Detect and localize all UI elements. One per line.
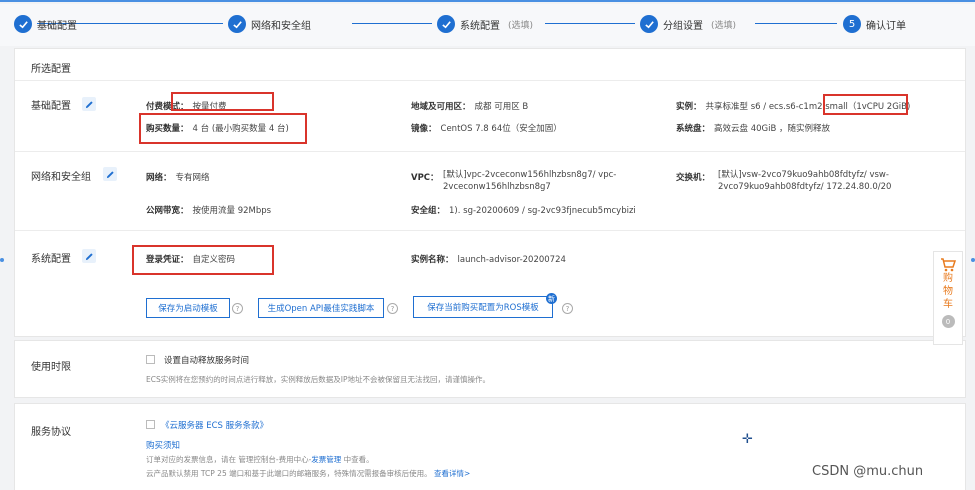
highlight-box [139, 113, 307, 144]
edge-handle-left [0, 258, 4, 262]
step-connector [755, 23, 837, 24]
instance-name: 实例名称： launch-advisor-20200724 [411, 255, 566, 265]
invoice-note: 订单对应的发票信息，请在 管理控制台-费用中心-发票管理 中查看。 [146, 455, 374, 464]
edit-system-button[interactable] [82, 249, 96, 263]
edit-icon [85, 252, 93, 260]
step-label: 系统配置 [460, 20, 500, 32]
vswitch-label: 交换机： [676, 173, 711, 183]
cart-icon [941, 258, 956, 272]
vpc-label: VPC： [411, 173, 439, 183]
check-icon [640, 15, 658, 33]
agree-terms-checkbox[interactable] [146, 420, 155, 429]
edit-basic-button[interactable] [82, 97, 96, 111]
step-connector [352, 23, 432, 24]
usage-title: 使用时限 [31, 362, 71, 373]
help-icon[interactable]: ? [562, 303, 573, 314]
edit-icon [85, 100, 93, 108]
selected-config-card: 所选配置 基础配置 付费模式： 按量付费 地域及可用区： 成都 可用区 B 实例：共… [14, 48, 966, 337]
step-connector [545, 23, 635, 24]
step-basic-config[interactable]: 基础配置 [14, 14, 77, 34]
highlight-box [171, 92, 274, 111]
agreement-title: 服务协议 [31, 427, 71, 438]
new-badge-icon: 新 [546, 293, 557, 304]
system-disk: 系统盘： 高效云盘 40GiB ，随实例释放 [676, 124, 831, 134]
release-note: ECS实例将在您预约的时间点进行释放，实例释放后数据及IP地址不会被保留且无法找… [146, 375, 490, 384]
step-confirm-order[interactable]: 5 确认订单 [843, 14, 906, 34]
security-group: 安全组： 1). sg-20200609 / sg-2vc93fjnecub5mc… [411, 206, 636, 216]
cart-count-badge: 0 [941, 315, 955, 328]
terms-link[interactable]: 《云服务器 ECS 服务条款》 [161, 419, 268, 431]
step-system-config[interactable]: 系统配置 (选填) [437, 14, 533, 34]
edit-network-button[interactable] [103, 167, 117, 181]
check-icon [228, 15, 246, 33]
basic-config-title: 基础配置 [31, 101, 71, 112]
image: 镜像： CentOS 7.8 64位（安全加固） [411, 124, 562, 134]
usage-time-card: 使用时限 设置自动释放服务时间 ECS实例将在您预约的时间点进行释放，实例释放后… [14, 340, 966, 398]
crosshair-cursor-icon: ✛ [742, 432, 753, 447]
system-config-title: 系统配置 [31, 254, 71, 265]
invoice-management-link[interactable]: 发票管理 [311, 455, 341, 464]
help-icon[interactable]: ? [232, 303, 243, 314]
step-group-settings[interactable]: 分组设置 (选填) [640, 14, 736, 34]
divider [15, 80, 965, 81]
help-icon[interactable]: ? [387, 303, 398, 314]
top-accent-line [0, 0, 975, 2]
watermark: CSDN @mu.chun [812, 464, 924, 479]
step-label: 确认订单 [866, 20, 906, 32]
edge-handle-right [971, 258, 975, 262]
step-label: 分组设置 [663, 20, 703, 32]
view-details-link[interactable]: 查看详情> [434, 469, 470, 478]
edit-icon [106, 170, 114, 178]
cart-label-char: 物 [943, 286, 953, 297]
save-launch-template-button[interactable]: 保存为启动模板 [146, 298, 230, 318]
auto-release-label: 设置自动释放服务时间 [164, 356, 250, 366]
step-optional-note: (选填) [711, 20, 737, 31]
step-number: 5 [843, 15, 861, 33]
public-bandwidth: 公网带宽： 按使用流量 92Mbps [146, 206, 272, 216]
cart-label-char: 购 [943, 273, 953, 284]
network-type: 网络： 专有网络 [146, 173, 210, 183]
highlight-box [823, 94, 908, 115]
network-title: 网络和安全组 [31, 172, 91, 183]
card-title: 所选配置 [31, 64, 71, 75]
step-network-security[interactable]: 网络和安全组 [228, 14, 311, 34]
check-icon [437, 15, 455, 33]
vpc-value: [默认]vpc-2vceconw156hlhzbsn8g7/ vpc- 2vcec… [443, 170, 617, 192]
highlight-box [132, 245, 274, 275]
check-icon [14, 15, 32, 33]
vswitch-value: [默认]vsw-2vco79kuo9ahb08fdtyfz/ vsw- 2vco7… [718, 170, 892, 192]
cart-label-char: 车 [943, 299, 953, 310]
wizard-stepper: 基础配置 网络和安全组 系统配置 (选填) 分组设置 (选填) 5 确认订单 [0, 4, 975, 46]
step-label: 基础配置 [37, 20, 77, 32]
divider [15, 230, 965, 231]
region-zone: 地域及可用区： 成都 可用区 B [411, 102, 529, 112]
shopping-cart-widget[interactable]: 购 物 车 0 [933, 251, 963, 345]
port-note: 云产品默认禁用 TCP 25 端口和基于此端口的邮箱服务，特殊情况需报备审核后使… [146, 469, 471, 478]
auto-release-checkbox[interactable] [146, 355, 155, 364]
step-optional-note: (选填) [508, 20, 534, 31]
step-label: 网络和安全组 [251, 20, 311, 32]
save-ros-template-button[interactable]: 保存当前购买配置为ROS模板 [413, 296, 553, 318]
generate-openapi-script-button[interactable]: 生成Open API最佳实践脚本 [258, 298, 384, 318]
divider [15, 151, 965, 152]
purchase-notice-link[interactable]: 购买须知 [146, 439, 180, 451]
